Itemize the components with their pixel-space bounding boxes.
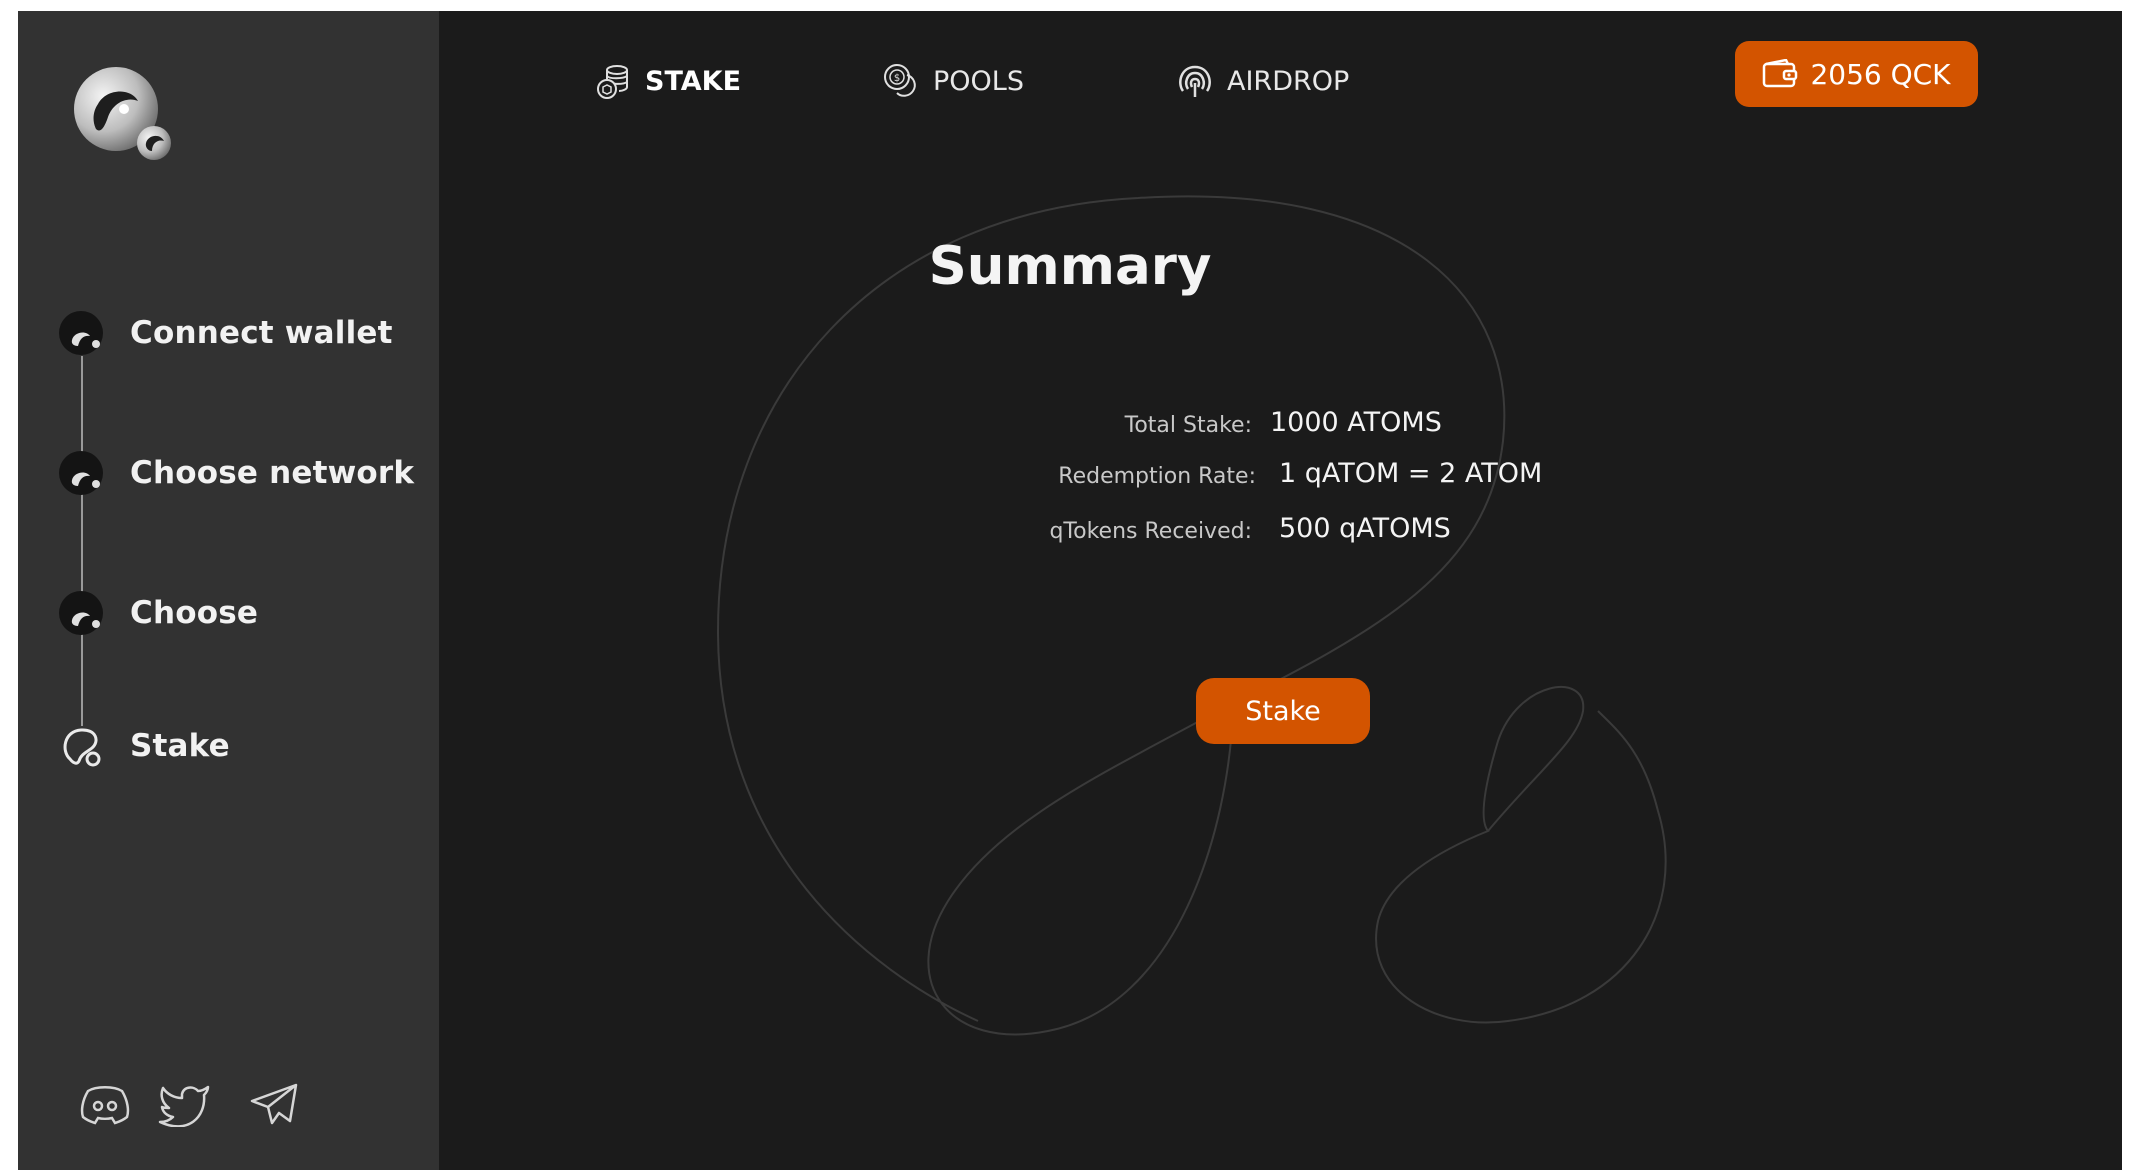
- step-label: Stake: [130, 728, 230, 764]
- discord-icon[interactable]: [78, 1081, 132, 1127]
- step-current-icon: [56, 721, 106, 771]
- summary-row-total-stake: Total Stake: 1000 ATOMS: [18, 405, 2122, 445]
- stake-button[interactable]: Stake: [1196, 678, 1370, 744]
- step-label: Connect wallet: [130, 315, 393, 351]
- step-connect-wallet[interactable]: Connect wallet: [56, 308, 393, 358]
- step-complete-icon: [56, 308, 106, 358]
- summary-row-redemption-rate: Redemption Rate: 1 qATOM = 2 ATOM: [18, 456, 2122, 496]
- nav-airdrop[interactable]: AIRDROP: [1175, 61, 1349, 101]
- summary-row-value: 1000 ATOMS: [1270, 407, 1442, 438]
- nav-pools[interactable]: $ POOLS: [881, 61, 1024, 101]
- wallet-balance-button[interactable]: 2056 QCK: [1735, 41, 1978, 107]
- step-label: Choose: [130, 595, 259, 631]
- airdrop-icon: [1179, 65, 1211, 97]
- step-stake[interactable]: Stake: [56, 721, 230, 771]
- telegram-icon[interactable]: [248, 1081, 302, 1127]
- summary-row-qtokens-received: qTokens Received: 500 qATOMS: [18, 511, 2122, 551]
- twitter-icon[interactable]: [158, 1081, 212, 1127]
- coins-icon: $: [884, 64, 916, 97]
- wallet-balance-label: 2056 QCK: [1810, 57, 1951, 91]
- summary-row-value: 500 qATOMS: [1279, 513, 1451, 544]
- nav-stake[interactable]: STAKE: [593, 61, 741, 101]
- summary-row-label: qTokens Received:: [1049, 519, 1252, 544]
- summary-row-label: Total Stake:: [1124, 413, 1252, 438]
- summary-row-label: Redemption Rate:: [1058, 464, 1256, 489]
- coins-stack-icon: [597, 65, 628, 99]
- app-window: Connect wallet Choose network Choose Sta…: [18, 11, 2122, 1170]
- summary-row-value: 1 qATOM = 2 ATOM: [1279, 458, 1543, 489]
- wallet-icon: [1763, 59, 1798, 88]
- svg-text:$: $: [894, 73, 900, 84]
- step-choose[interactable]: Choose: [56, 588, 258, 638]
- nav-label: STAKE: [645, 65, 742, 97]
- quicksilver-logo[interactable]: [68, 59, 208, 169]
- step-complete-icon: [56, 588, 106, 638]
- nav-label: POOLS: [933, 65, 1024, 97]
- nav-label: AIRDROP: [1227, 65, 1350, 97]
- sidebar: Connect wallet Choose network Choose Sta…: [18, 11, 439, 1170]
- summary-title: Summary: [928, 236, 1212, 297]
